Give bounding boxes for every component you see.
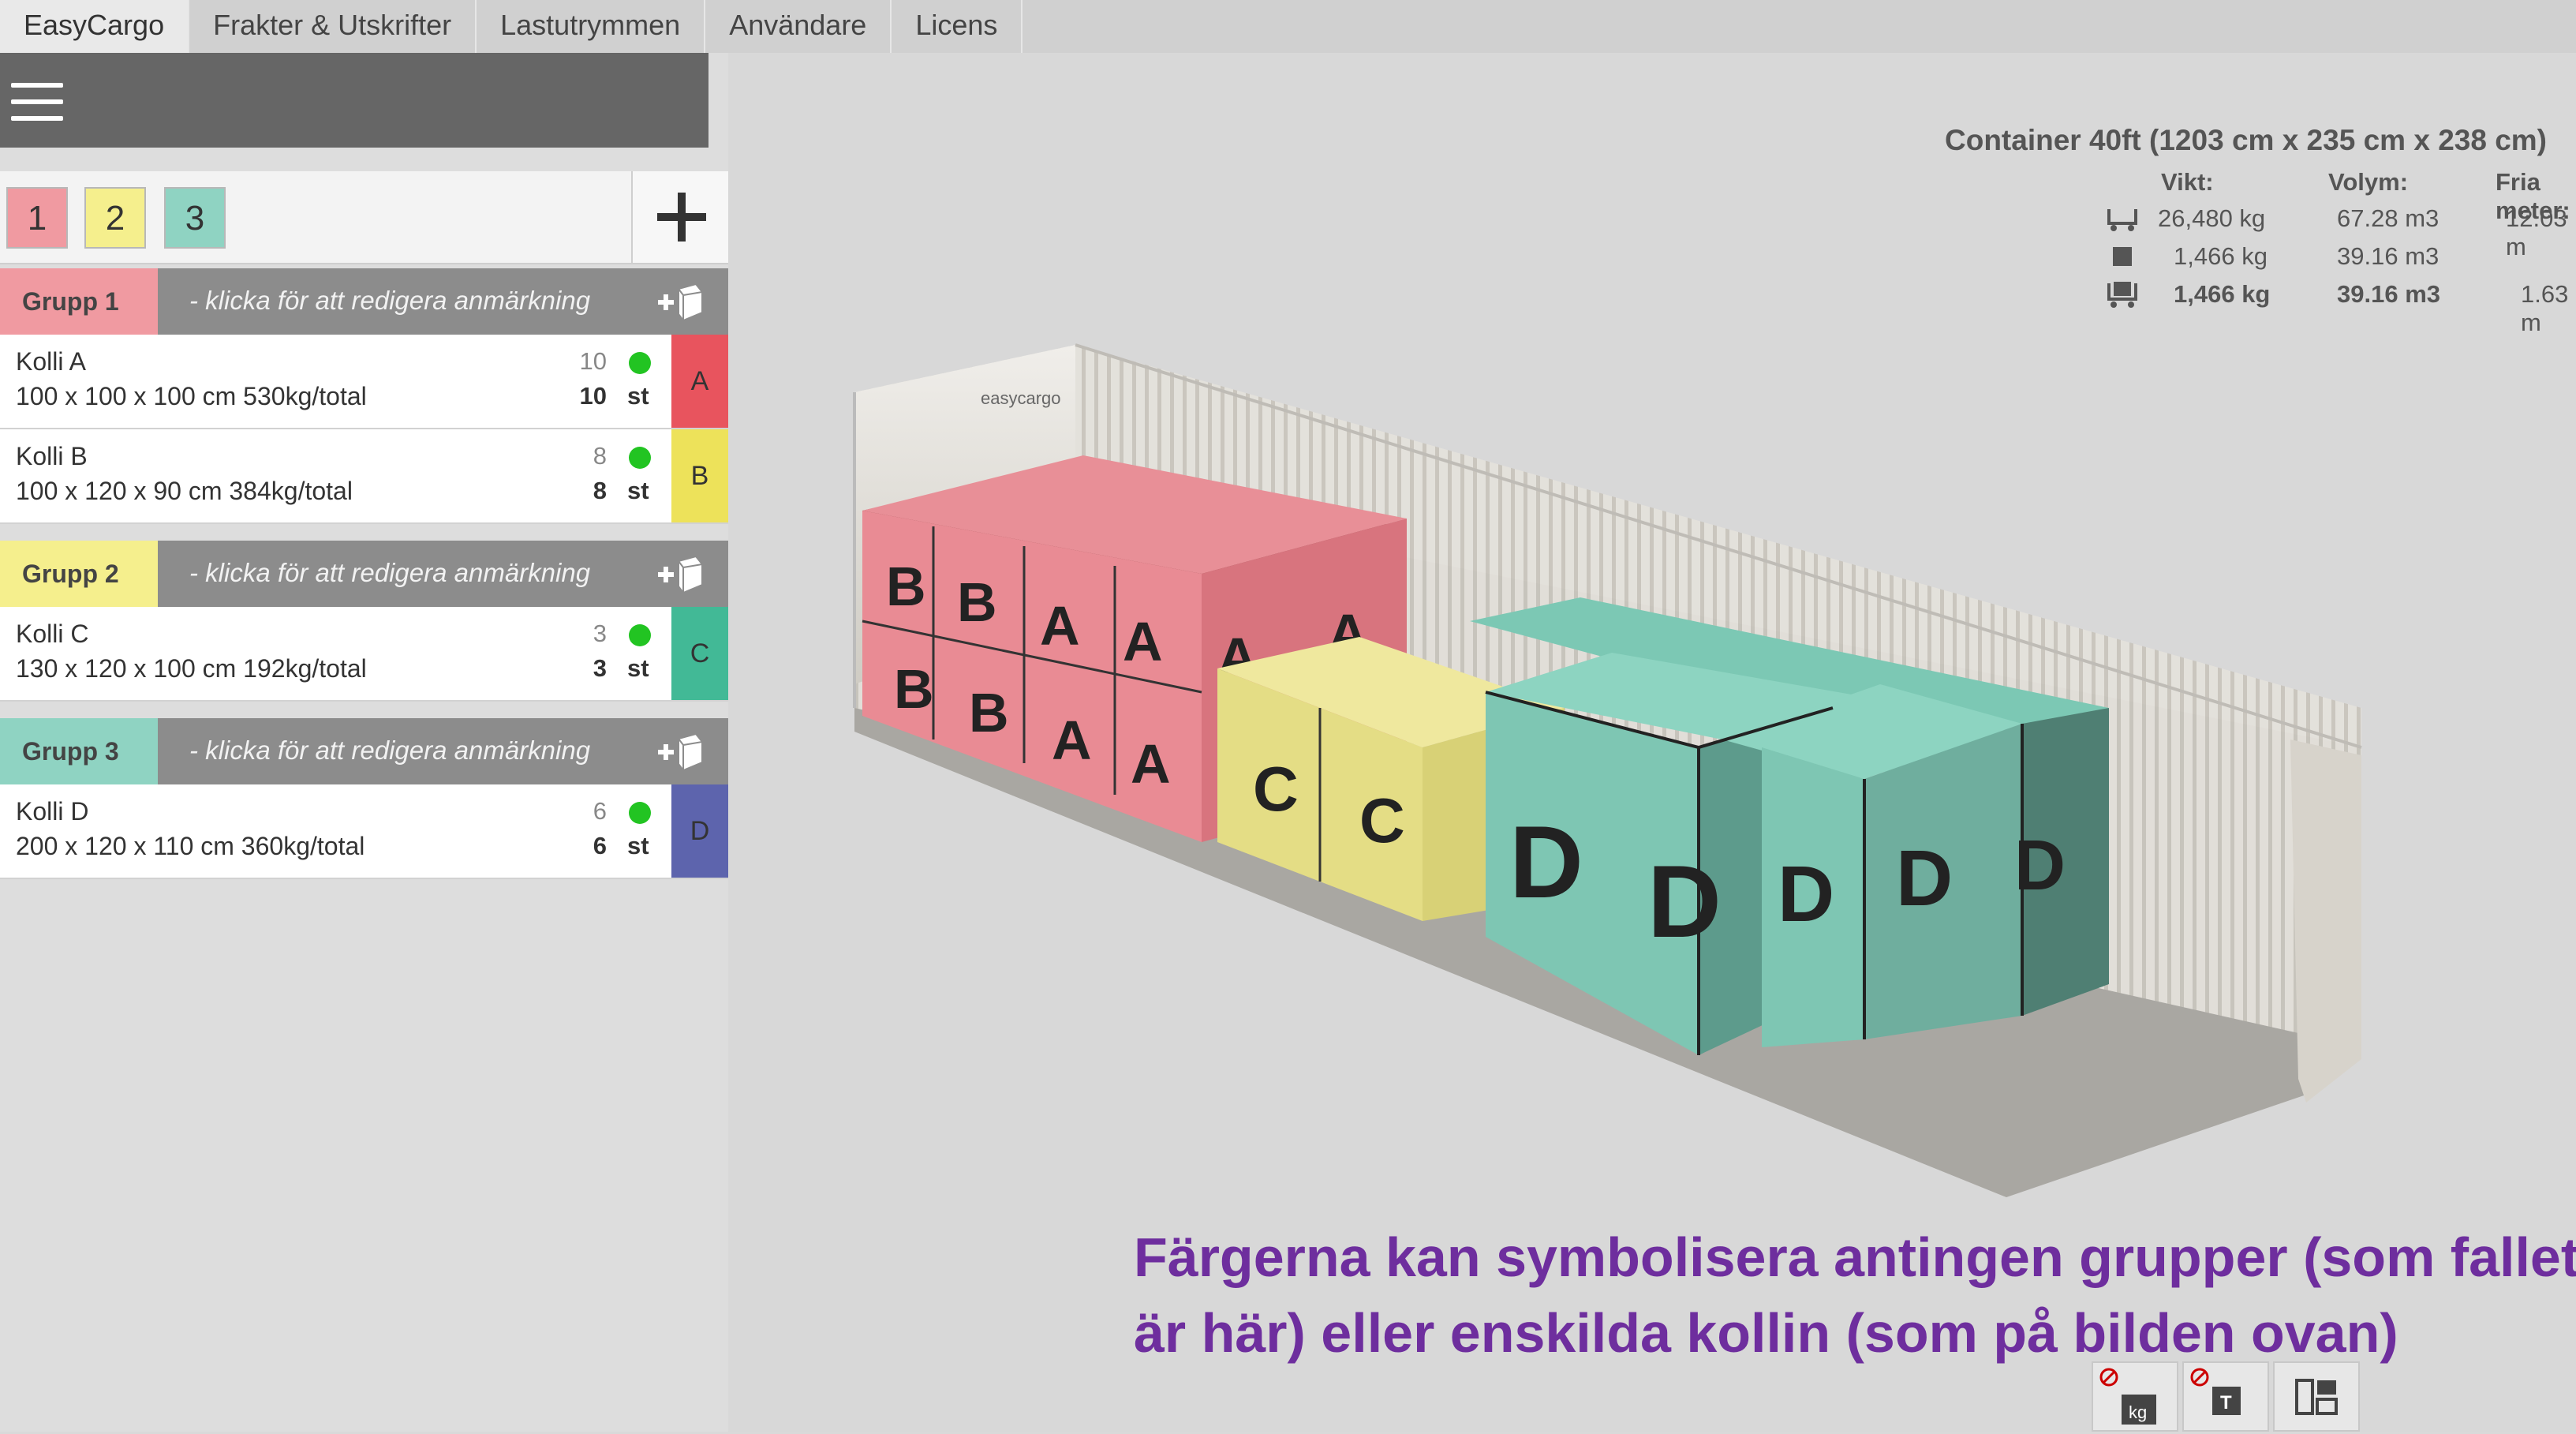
status-dot-icon xyxy=(629,624,651,646)
box-icon xyxy=(2113,247,2132,266)
item-dimensions: 200 x 120 x 110 cm 360kg/total xyxy=(16,832,365,860)
item-dimensions: 100 x 120 x 90 cm 384kg/total xyxy=(16,477,353,505)
tab-licens[interactable]: Licens xyxy=(892,0,1023,53)
item-tag: B xyxy=(671,429,728,522)
group-label: Grupp 2 xyxy=(0,541,158,607)
svg-text:B: B xyxy=(969,682,1009,743)
cargo-volume: 39.16 m3 xyxy=(2337,242,2440,270)
capacity-volume: 67.28 m3 xyxy=(2337,204,2440,232)
add-group-button[interactable] xyxy=(631,171,730,263)
cargo-weight: 1,466 kg xyxy=(2174,242,2268,270)
svg-text:C: C xyxy=(1253,754,1299,824)
group-tabs-bar: 1 2 3 xyxy=(0,171,730,264)
item-name: Kolli C xyxy=(16,620,89,648)
tab-frakter-utskrifter[interactable]: Frakter & Utskrifter xyxy=(189,0,477,53)
group-note[interactable]: - klicka för att redigera anmärkning xyxy=(189,718,590,784)
list-item-kolli-b[interactable]: Kolli B 100 x 120 x 90 cm 384kg/total 8 … xyxy=(0,429,728,524)
item-count: 3 xyxy=(593,620,607,647)
group-header-2[interactable]: Grupp 2 - klicka för att redigera anmärk… xyxy=(0,541,728,607)
item-unit: st xyxy=(627,477,649,504)
weight-header: Vikt: xyxy=(2161,168,2214,196)
layout-icon xyxy=(2295,1379,2338,1415)
container-3d-view[interactable]: easycargo BB AA AA BB AA C C D D D D D C… xyxy=(728,53,2576,1432)
list-item-kolli-a[interactable]: Kolli A 100 x 100 x 100 cm 530kg/total 1… xyxy=(0,335,728,429)
item-dimensions: 100 x 100 x 100 cm 530kg/total xyxy=(16,382,367,410)
item-count-loaded: 8 xyxy=(593,477,607,504)
item-count-loaded: 3 xyxy=(593,654,607,682)
container-title: Container 40ft (1203 cm x 235 cm x 238 c… xyxy=(1945,124,2547,156)
svg-text:B: B xyxy=(957,571,997,633)
item-tag: D xyxy=(671,784,728,878)
tab-lastutrymmen[interactable]: Lastutrymmen xyxy=(477,0,706,53)
svg-text:A: A xyxy=(1123,611,1163,672)
weight-toggle-button[interactable]: kg xyxy=(2092,1361,2178,1432)
sidebar: 1 2 3 Grupp 1 - klicka för att redigera … xyxy=(0,53,785,1432)
caption-line-1: Färgerna kan symbolisera antingen gruppe… xyxy=(1134,1226,2576,1288)
group-header-3[interactable]: Grupp 3 - klicka för att redigera anmärk… xyxy=(0,718,728,784)
group-header-1[interactable]: Grupp 1 - klicka för att redigera anmärk… xyxy=(0,268,728,335)
svg-text:T: T xyxy=(2220,1392,2232,1413)
item-tag: A xyxy=(671,335,728,428)
add-package-icon[interactable] xyxy=(655,732,704,772)
item-dimensions: 130 x 120 x 100 cm 192kg/total xyxy=(16,654,367,683)
tab-easycargo[interactable]: EasyCargo xyxy=(0,0,190,53)
svg-text:B: B xyxy=(894,658,934,720)
container-brand-text: easycargo xyxy=(981,388,1061,408)
top-navigation: EasyCargo Frakter & Utskrifter Lastutrym… xyxy=(0,0,2576,53)
item-count: 8 xyxy=(593,442,607,470)
svg-text:A: A xyxy=(1040,595,1080,657)
group-label: Grupp 1 xyxy=(0,268,158,335)
svg-text:D: D xyxy=(1647,844,1722,959)
svg-text:B: B xyxy=(886,556,926,617)
svg-text:D: D xyxy=(1509,804,1583,919)
sidebar-header xyxy=(0,53,708,148)
svg-text:kg: kg xyxy=(2129,1402,2147,1422)
capacity-weight: 26,480 kg xyxy=(2158,204,2266,232)
item-name: Kolli B xyxy=(16,442,88,470)
item-unit: st xyxy=(627,382,649,410)
item-tag: C xyxy=(671,607,728,700)
status-dot-icon xyxy=(629,352,651,374)
group-tab-1[interactable]: 1 xyxy=(6,187,68,249)
item-unit: st xyxy=(627,832,649,859)
svg-text:D: D xyxy=(1896,834,1953,923)
loaded-free-meters: 1.63 m xyxy=(2521,280,2569,336)
weight-toggle-icon: kg xyxy=(2099,1368,2156,1425)
loaded-cargo-icon xyxy=(2107,282,2137,308)
caption-annotation: Färgerna kan symbolisera antingen gruppe… xyxy=(1134,1219,2576,1371)
text-toggle-icon: T xyxy=(2190,1368,2241,1415)
list-item-kolli-d[interactable]: Kolli D 200 x 120 x 110 cm 360kg/total 6… xyxy=(0,784,728,879)
hamburger-menu-icon[interactable] xyxy=(11,83,63,121)
svg-text:A: A xyxy=(1131,733,1171,795)
loaded-weight: 1,466 kg xyxy=(2174,280,2271,308)
svg-text:C: C xyxy=(1359,785,1405,856)
loaded-volume: 39.16 m3 xyxy=(2337,280,2440,308)
item-count: 10 xyxy=(579,347,607,375)
svg-text:D: D xyxy=(1778,850,1834,938)
status-dot-icon xyxy=(629,447,651,469)
group-tab-3[interactable]: 3 xyxy=(164,187,226,249)
status-dot-icon xyxy=(629,802,651,824)
list-item-kolli-c[interactable]: Kolli C 130 x 120 x 100 cm 192kg/total 3… xyxy=(0,607,728,702)
item-unit: st xyxy=(627,654,649,682)
item-name: Kolli A xyxy=(16,347,86,376)
layout-toggle-button[interactable] xyxy=(2273,1361,2360,1432)
item-name: Kolli D xyxy=(16,797,89,826)
item-count: 6 xyxy=(593,797,607,825)
svg-text:A: A xyxy=(1052,710,1092,771)
item-count-loaded: 6 xyxy=(593,832,607,859)
text-toggle-button[interactable]: T xyxy=(2182,1361,2269,1432)
add-package-icon[interactable] xyxy=(655,283,704,322)
tab-anvandare[interactable]: Användare xyxy=(705,0,892,53)
add-package-icon[interactable] xyxy=(655,555,704,594)
item-count-loaded: 10 xyxy=(579,382,607,410)
group-note[interactable]: - klicka för att redigera anmärkning xyxy=(189,268,590,335)
capacity-free-meters: 12.03 m xyxy=(2506,204,2567,260)
group-label: Grupp 3 xyxy=(0,718,158,784)
volume-header: Volym: xyxy=(2328,168,2409,196)
truck-capacity-icon xyxy=(2107,209,2137,231)
group-note[interactable]: - klicka för att redigera anmärkning xyxy=(189,541,590,607)
caption-line-2: är här) eller enskilda kollin (som på bi… xyxy=(1134,1302,2398,1364)
group-tab-2[interactable]: 2 xyxy=(84,187,146,249)
